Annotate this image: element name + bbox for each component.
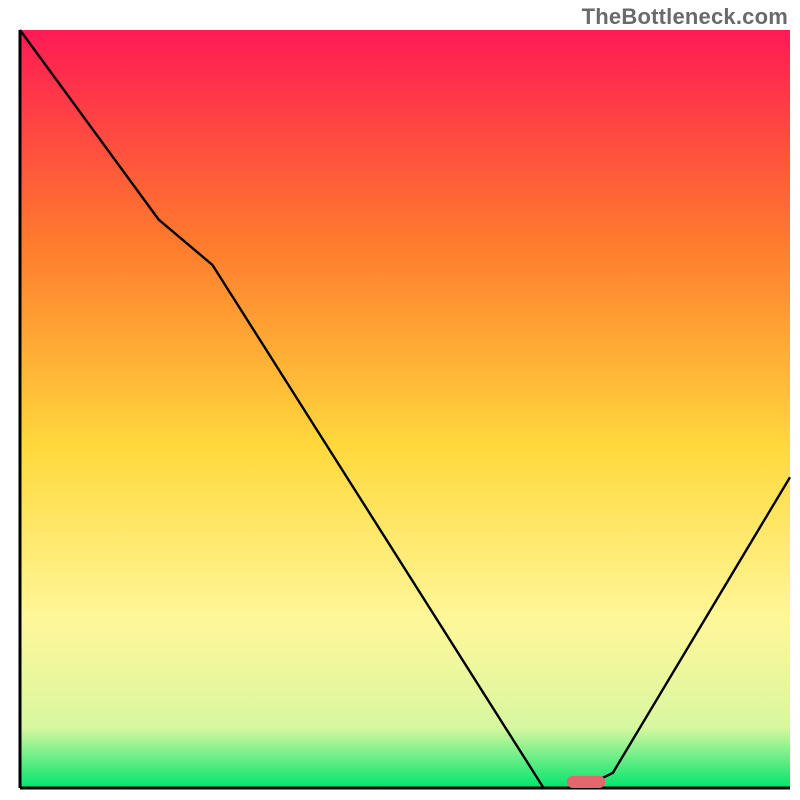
- plot-gradient-background: [20, 30, 790, 788]
- bottleneck-chart: [0, 0, 800, 800]
- optimal-marker: [567, 776, 606, 788]
